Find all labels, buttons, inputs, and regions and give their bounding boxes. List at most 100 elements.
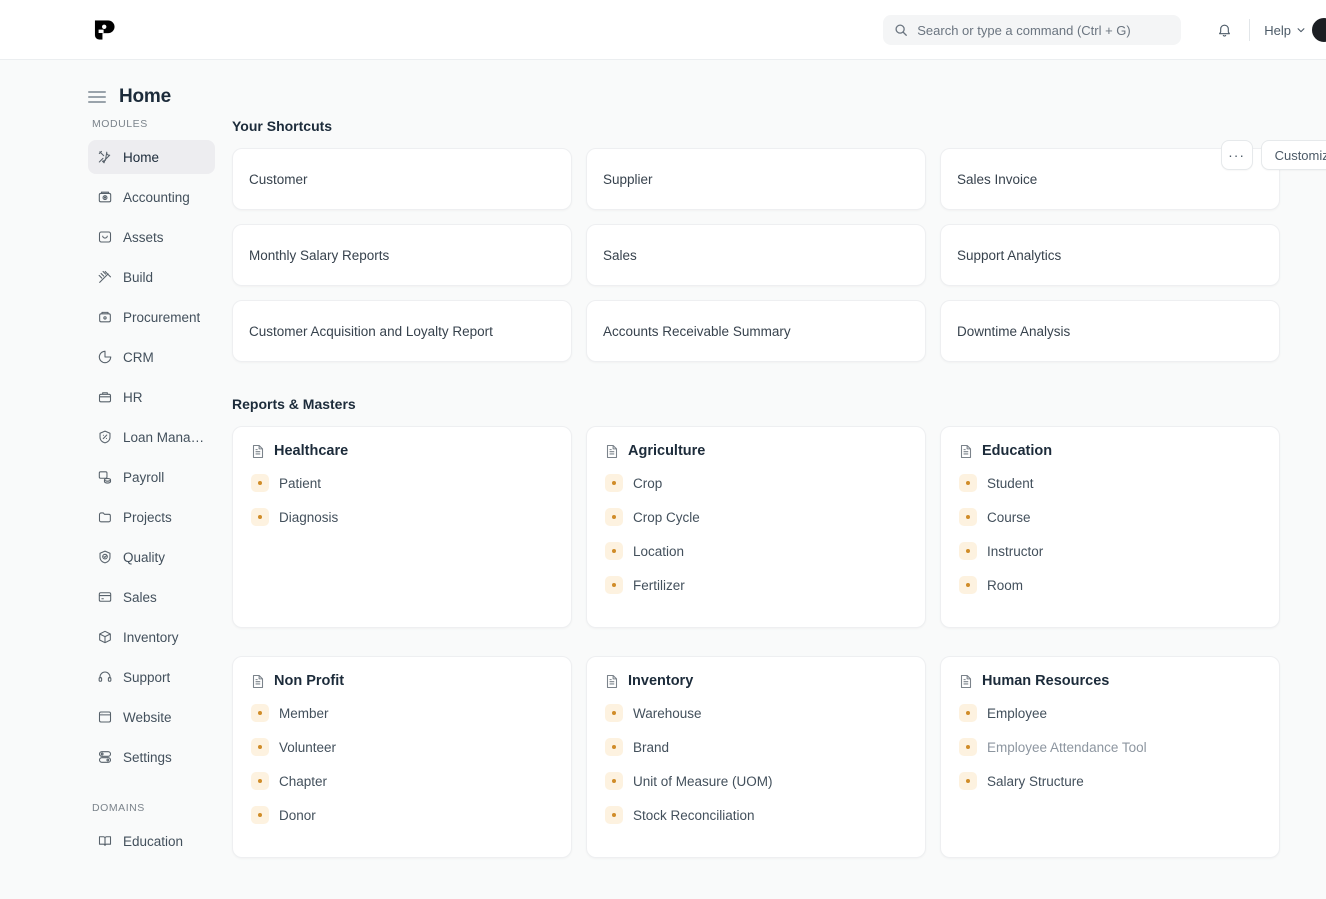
customize-button[interactable]: Customize xyxy=(1261,140,1326,170)
master-link[interactable]: Course xyxy=(959,505,1261,529)
sidebar-item-sales[interactable]: Sales xyxy=(88,580,215,614)
page-body: MODULES Home Accounting xyxy=(0,118,1326,864)
card-icon xyxy=(96,589,113,606)
master-link-label: Member xyxy=(279,706,329,721)
master-link[interactable]: Employee Attendance Tool xyxy=(959,735,1261,759)
shortcut-card[interactable]: Accounts Receivable Summary xyxy=(586,300,926,362)
master-link[interactable]: Fertilizer xyxy=(605,573,907,597)
shortcuts-grid: Customer Supplier Sales Invoice Monthly … xyxy=(232,148,1326,362)
sidebar-item-hr[interactable]: HR xyxy=(88,380,215,414)
master-card-header: Healthcare xyxy=(251,443,553,459)
master-link[interactable]: Stock Reconciliation xyxy=(605,803,907,827)
master-link-label: Diagnosis xyxy=(279,510,338,525)
chevron-down-icon xyxy=(1296,25,1306,35)
page-title: Home xyxy=(119,86,171,108)
master-link[interactable]: Member xyxy=(251,701,553,725)
master-card-healthcare: Healthcare Patient Diagnosis xyxy=(232,426,572,628)
master-link-label: Chapter xyxy=(279,774,327,789)
sidebar-item-label: CRM xyxy=(123,350,154,365)
sidebar-item-label: Home xyxy=(123,150,159,165)
master-link[interactable]: Brand xyxy=(605,735,907,759)
master-link-label: Crop xyxy=(633,476,662,491)
bullet-icon xyxy=(605,806,623,824)
sidebar-item-build[interactable]: Build xyxy=(88,260,215,294)
loan-icon xyxy=(96,429,113,446)
master-link[interactable]: Location xyxy=(605,539,907,563)
document-icon xyxy=(959,444,973,459)
master-card-header: Non Profit xyxy=(251,673,553,689)
browser-icon xyxy=(96,709,113,726)
master-link-label: Unit of Measure (UOM) xyxy=(633,774,773,789)
shortcut-label: Monthly Salary Reports xyxy=(249,248,389,263)
sidebar-item-quality[interactable]: Quality xyxy=(88,540,215,574)
folder-icon xyxy=(96,509,113,526)
notifications-button[interactable] xyxy=(1209,15,1239,45)
frappe-logo-icon[interactable] xyxy=(88,13,122,47)
help-menu-button[interactable]: Help xyxy=(1264,23,1306,38)
sidebar-item-projects[interactable]: Projects xyxy=(88,500,215,534)
master-link[interactable]: Diagnosis xyxy=(251,505,553,529)
sidebar-item-inventory[interactable]: Inventory xyxy=(88,620,215,654)
page-container: Home ··· Customize MODULES Home xyxy=(0,60,1326,899)
sidebar-item-accounting[interactable]: Accounting xyxy=(88,180,215,214)
master-link-label: Employee xyxy=(987,706,1047,721)
global-search[interactable] xyxy=(883,15,1181,45)
search-input[interactable] xyxy=(917,23,1170,38)
master-link[interactable]: Student xyxy=(959,471,1261,495)
shortcut-card[interactable]: Customer xyxy=(232,148,572,210)
sidebar-item-crm[interactable]: CRM xyxy=(88,340,215,374)
sidebar-item-payroll[interactable]: Payroll xyxy=(88,460,215,494)
sidebar-item-website[interactable]: Website xyxy=(88,700,215,734)
master-link[interactable]: Instructor xyxy=(959,539,1261,563)
master-link[interactable]: Chapter xyxy=(251,769,553,793)
master-link[interactable]: Volunteer xyxy=(251,735,553,759)
build-icon xyxy=(96,269,113,286)
help-label: Help xyxy=(1264,23,1291,38)
sidebar-item-education[interactable]: Education xyxy=(88,824,215,858)
master-card-title: Human Resources xyxy=(982,673,1109,689)
master-link-label: Salary Structure xyxy=(987,774,1084,789)
master-link-label: Student xyxy=(987,476,1034,491)
shortcut-card[interactable]: Customer Acquisition and Loyalty Report xyxy=(232,300,572,362)
shortcut-card[interactable]: Supplier xyxy=(586,148,926,210)
document-icon xyxy=(605,444,619,459)
master-link[interactable]: Warehouse xyxy=(605,701,907,725)
master-link[interactable]: Employee xyxy=(959,701,1261,725)
sidebar-item-loan-management[interactable]: Loan Managem... xyxy=(88,420,215,454)
sidebar-domains-heading: DOMAINS xyxy=(88,802,215,814)
master-link[interactable]: Crop Cycle xyxy=(605,505,907,529)
master-link-label: Employee Attendance Tool xyxy=(987,740,1147,755)
master-link[interactable]: Salary Structure xyxy=(959,769,1261,793)
shortcut-card[interactable]: Monthly Salary Reports xyxy=(232,224,572,286)
shortcut-card[interactable]: Support Analytics xyxy=(940,224,1280,286)
master-link[interactable]: Room xyxy=(959,573,1261,597)
master-card-non-profit: Non Profit Member Volunteer Chapter xyxy=(232,656,572,858)
shortcut-card[interactable]: Sales xyxy=(586,224,926,286)
master-link[interactable]: Donor xyxy=(251,803,553,827)
shortcut-label: Accounts Receivable Summary xyxy=(603,324,791,339)
master-link[interactable]: Unit of Measure (UOM) xyxy=(605,769,907,793)
sidebar-item-procurement[interactable]: Procurement xyxy=(88,300,215,334)
master-link[interactable]: Crop xyxy=(605,471,907,495)
bullet-icon xyxy=(251,806,269,824)
sidebar-item-label: Procurement xyxy=(123,310,200,325)
sidebar-item-assets[interactable]: Assets xyxy=(88,220,215,254)
more-options-button[interactable]: ··· xyxy=(1221,140,1253,170)
master-link-label: Room xyxy=(987,578,1023,593)
shortcuts-section-title: Your Shortcuts xyxy=(232,118,1326,134)
bell-icon xyxy=(1216,22,1233,39)
sidebar-item-settings[interactable]: Settings xyxy=(88,740,215,774)
main-content: Your Shortcuts Customer Supplier Sales I… xyxy=(215,118,1326,864)
master-link[interactable]: Patient xyxy=(251,471,553,495)
master-card-title: Healthcare xyxy=(274,443,348,459)
reports-section-title: Reports & Masters xyxy=(232,396,1326,412)
shortcut-card[interactable]: Downtime Analysis xyxy=(940,300,1280,362)
shortcut-label: Customer Acquisition and Loyalty Report xyxy=(249,324,493,339)
navbar-divider xyxy=(1249,19,1250,41)
hamburger-icon[interactable] xyxy=(88,91,106,103)
sidebar-item-home[interactable]: Home xyxy=(88,140,215,174)
sidebar-item-label: Quality xyxy=(123,550,165,565)
box-icon xyxy=(96,629,113,646)
avatar[interactable] xyxy=(1310,16,1326,44)
sidebar-item-support[interactable]: Support xyxy=(88,660,215,694)
